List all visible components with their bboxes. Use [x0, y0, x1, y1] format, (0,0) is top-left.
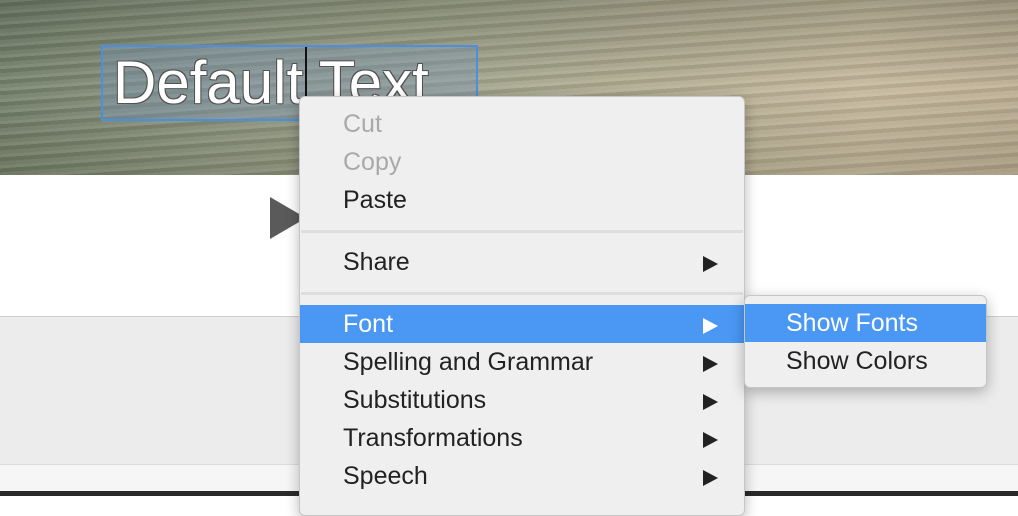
menu-item-paste[interactable]: Paste — [300, 181, 744, 219]
menu-item-label: Transformations — [343, 424, 523, 452]
submenu-arrow-icon — [703, 394, 718, 410]
menu-item-share[interactable]: Share — [300, 243, 744, 281]
menu-item-label: Paste — [343, 186, 407, 214]
menu-separator — [300, 281, 744, 305]
submenu-arrow-icon — [703, 256, 718, 272]
submenu-arrow-icon — [703, 318, 718, 334]
menu-item-show-fonts[interactable]: Show Fonts — [745, 304, 986, 342]
menu-item-cut[interactable]: Cut — [300, 105, 744, 143]
menu-item-font[interactable]: Font — [300, 305, 744, 343]
menu-item-transformations[interactable]: Transformations — [300, 419, 744, 457]
menu-item-label: Cut — [343, 110, 382, 138]
menu-item-spelling-and-grammar[interactable]: Spelling and Grammar — [300, 343, 744, 381]
menu-item-label: Speech — [343, 462, 428, 490]
menu-item-label: Show Colors — [786, 347, 928, 375]
submenu-arrow-icon — [703, 432, 718, 448]
submenu-arrow-icon — [703, 356, 718, 372]
context-menu: Cut Copy Paste Share Font Spelling and G… — [299, 96, 745, 516]
menu-separator — [300, 219, 744, 243]
menu-item-label: Spelling and Grammar — [343, 348, 594, 376]
menu-item-label: Copy — [343, 148, 402, 176]
menu-item-speech[interactable]: Speech — [300, 457, 744, 495]
menu-item-copy[interactable]: Copy — [300, 143, 744, 181]
menu-item-label: Show Fonts — [786, 309, 919, 337]
menu-item-show-colors[interactable]: Show Colors — [745, 342, 986, 380]
menu-item-label: Substitutions — [343, 386, 487, 414]
menu-item-substitutions[interactable]: Substitutions — [300, 381, 744, 419]
menu-item-label: Font — [343, 310, 394, 338]
font-submenu: Show Fonts Show Colors — [744, 295, 987, 388]
submenu-arrow-icon — [703, 470, 718, 486]
menu-item-label: Share — [343, 248, 410, 276]
